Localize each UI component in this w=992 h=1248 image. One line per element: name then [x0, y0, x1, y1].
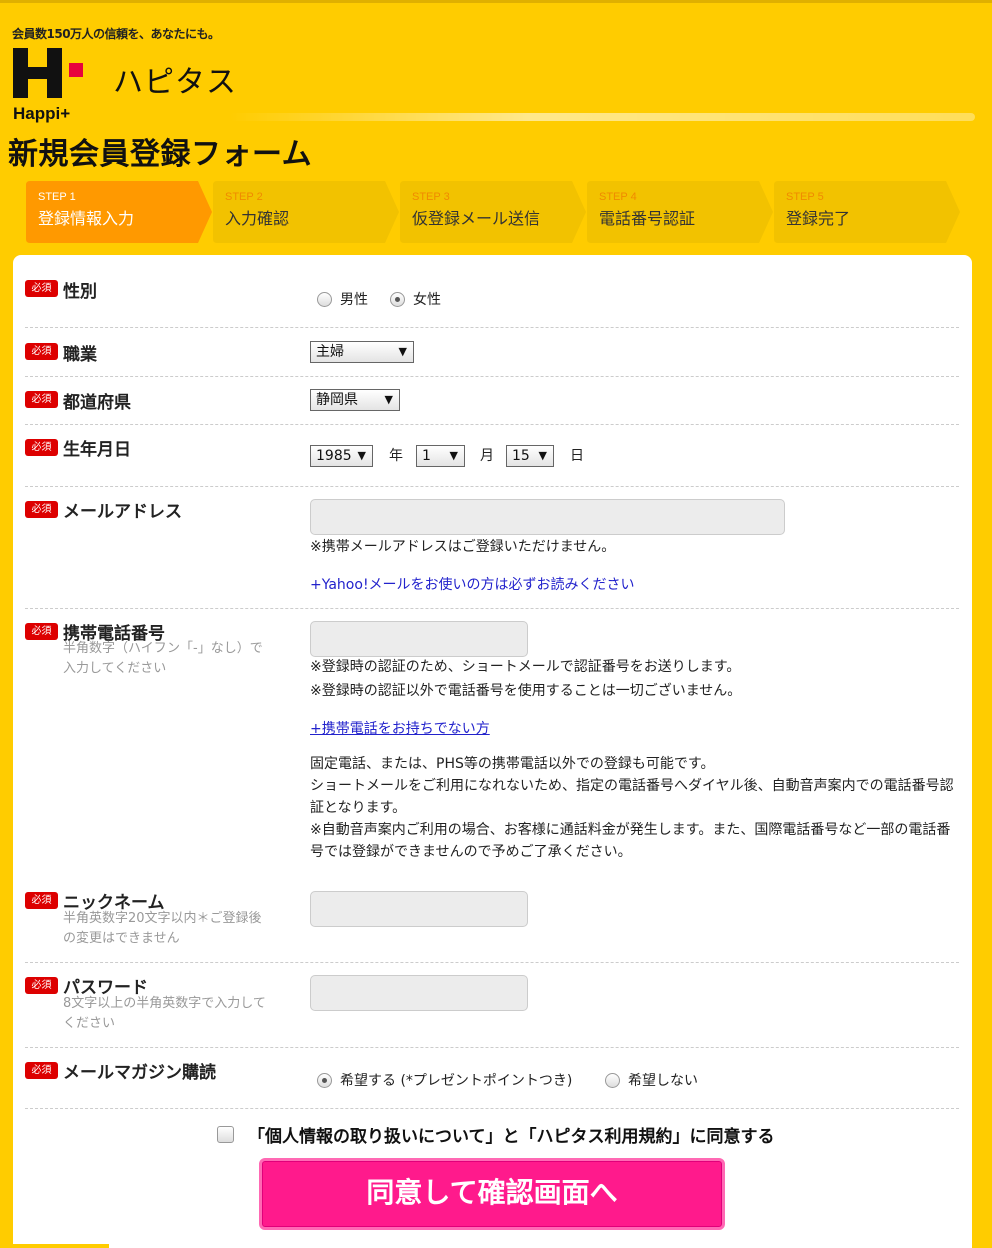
- radio-checked-icon[interactable]: [317, 1072, 332, 1088]
- newsletter-no-radio[interactable]: 希望しない: [605, 1070, 698, 1090]
- step-progress: STEP 1 登録情報入力 STEP 2 入力確認 STEP 3 仮登録メール送…: [26, 181, 962, 243]
- step-5: STEP 5 登録完了: [774, 181, 960, 243]
- chevron-down-icon: ▼: [384, 393, 393, 406]
- logo-sub: Happi+: [13, 104, 71, 123]
- year-unit: 年: [389, 448, 403, 464]
- required-badge: 必須: [25, 343, 58, 360]
- step-number: STEP 2: [225, 191, 263, 203]
- chevron-down-icon: ▼: [357, 449, 366, 462]
- step-label: 登録情報入力: [38, 209, 135, 228]
- submit-button[interactable]: 同意して確認画面へ: [259, 1158, 725, 1230]
- step-number: STEP 3: [412, 191, 450, 203]
- row-nickname: 必須 ニックネーム 半角英数字20文字以内＊ご登録後の変更はできません: [25, 871, 959, 963]
- step-label: 仮登録メール送信: [412, 209, 541, 228]
- row-birthday: 必須 生年月日 1985 ▼ 年 1 ▼ 月 15 ▼ 日: [25, 425, 959, 487]
- required-badge: 必須: [25, 501, 58, 518]
- phone-field[interactable]: [310, 621, 528, 657]
- agree-label: 「個人情報の取り扱いについて」と「ハピタス利用規約」に同意する: [248, 1127, 775, 1147]
- row-occupation: 必須 職業 主婦 ▼: [25, 328, 959, 377]
- chevron-down-icon: ▼: [398, 345, 407, 358]
- email-field[interactable]: [310, 499, 785, 535]
- birthday-label: 生年月日: [63, 440, 131, 460]
- required-badge: 必須: [25, 892, 58, 909]
- bottom-tab-indicator: [13, 1244, 109, 1248]
- radio-unchecked-icon[interactable]: [605, 1072, 620, 1088]
- required-badge: 必須: [25, 1062, 58, 1079]
- chevron-down-icon: ▼: [449, 449, 458, 462]
- step-label: 入力確認: [225, 209, 290, 228]
- row-password: 必須 パスワード 8文字以上の半角英数字で入力してください: [25, 963, 959, 1048]
- gender-label: 性別: [63, 282, 97, 302]
- header-divider: [230, 113, 975, 121]
- row-phone: 必須 携帯電話番号 半角数字（ハイフン「-」なし）で入力してください ※登録時の…: [25, 609, 959, 871]
- phone-note-2: ※登録時の認証以外で電話番号を使用することは一切ございません。: [310, 683, 742, 699]
- row-email: 必須 メールアドレス ※携帯メールアドレスはご登録いただけません。 +Yahoo…: [25, 487, 959, 609]
- row-newsletter: 必須 メールマガジン購読 希望する (*プレゼントポイントつき) 希望しない: [25, 1048, 959, 1109]
- email-label: メールアドレス: [63, 502, 182, 522]
- nickname-hint: 半角英数字20文字以内＊ご登録後の変更はできません: [63, 911, 262, 946]
- birth-year-select[interactable]: 1985 ▼: [310, 445, 373, 467]
- gender-male-radio[interactable]: 男性: [317, 289, 368, 309]
- step-number: STEP 4: [599, 191, 637, 203]
- occupation-select[interactable]: 主婦 ▼: [310, 341, 414, 363]
- phone-note-1: ※登録時の認証のため、ショートメールで認証番号をお送りします。: [310, 659, 741, 675]
- step-number: STEP 1: [38, 191, 76, 203]
- required-badge: 必須: [25, 623, 58, 640]
- required-badge: 必須: [25, 391, 58, 408]
- occupation-label: 職業: [63, 345, 97, 365]
- prefecture-label: 都道府県: [63, 393, 131, 413]
- birth-month-select[interactable]: 1 ▼: [416, 445, 465, 467]
- no-mobile-info: 固定電話、または、PHS等の携帯電話以外での登録も可能です。 ショートメールをご…: [310, 756, 954, 860]
- gender-female-radio[interactable]: 女性: [390, 289, 441, 309]
- prefecture-select[interactable]: 静岡県 ▼: [310, 389, 400, 411]
- page-title: 新規会員登録フォーム: [8, 137, 313, 172]
- top-border: [0, 0, 992, 3]
- password-field[interactable]: [310, 975, 528, 1011]
- email-note: ※携帯メールアドレスはご登録いただけません。: [310, 539, 616, 555]
- no-mobile-link[interactable]: +携帯電話をお持ちでない方: [310, 718, 490, 738]
- tagline: 会員数150万人の信頼を、あなたにも。: [12, 27, 220, 41]
- row-prefecture: 必須 都道府県 静岡県 ▼: [25, 377, 959, 425]
- newsletter-label: メールマガジン購読: [63, 1063, 216, 1083]
- registration-form: 必須 性別 男性 女性 必須 職業 主婦 ▼ 必須 都道府県 静岡県 ▼ 必須 生年…: [13, 255, 972, 1248]
- happi-logo-icon[interactable]: [13, 48, 89, 98]
- phone-hint: 半角数字（ハイフン「-」なし）で入力してください: [63, 641, 263, 676]
- required-badge: 必須: [25, 280, 58, 297]
- required-badge: 必須: [25, 977, 58, 994]
- newsletter-yes-radio[interactable]: 希望する (*プレゼントポイントつき): [317, 1070, 572, 1090]
- month-unit: 月: [480, 448, 494, 464]
- step-3: STEP 3 仮登録メール送信: [400, 181, 586, 243]
- password-hint: 8文字以上の半角英数字で入力してください: [63, 996, 266, 1031]
- yahoo-mail-link[interactable]: +Yahoo!メールをお使いの方は必ずお読みください: [310, 574, 635, 594]
- day-unit: 日: [570, 448, 584, 464]
- radio-unchecked-icon[interactable]: [317, 291, 332, 307]
- agree-checkbox[interactable]: [217, 1126, 234, 1143]
- required-badge: 必須: [25, 439, 58, 456]
- step-number: STEP 5: [786, 191, 824, 203]
- radio-checked-icon[interactable]: [390, 291, 405, 307]
- step-4: STEP 4 電話番号認証: [587, 181, 773, 243]
- step-label: 電話番号認証: [599, 209, 696, 228]
- chevron-down-icon: ▼: [538, 449, 547, 462]
- step-label: 登録完了: [786, 209, 851, 228]
- step-1: STEP 1 登録情報入力: [26, 181, 212, 243]
- row-gender: 必須 性別 男性 女性: [25, 255, 959, 328]
- step-2: STEP 2 入力確認: [213, 181, 399, 243]
- birth-day-select[interactable]: 15 ▼: [506, 445, 554, 467]
- agree-checkbox-row[interactable]: 「個人情報の取り扱いについて」と「ハピタス利用規約」に同意する: [217, 1122, 775, 1147]
- nickname-field[interactable]: [310, 891, 528, 927]
- logo-name[interactable]: ハピタス: [113, 57, 237, 101]
